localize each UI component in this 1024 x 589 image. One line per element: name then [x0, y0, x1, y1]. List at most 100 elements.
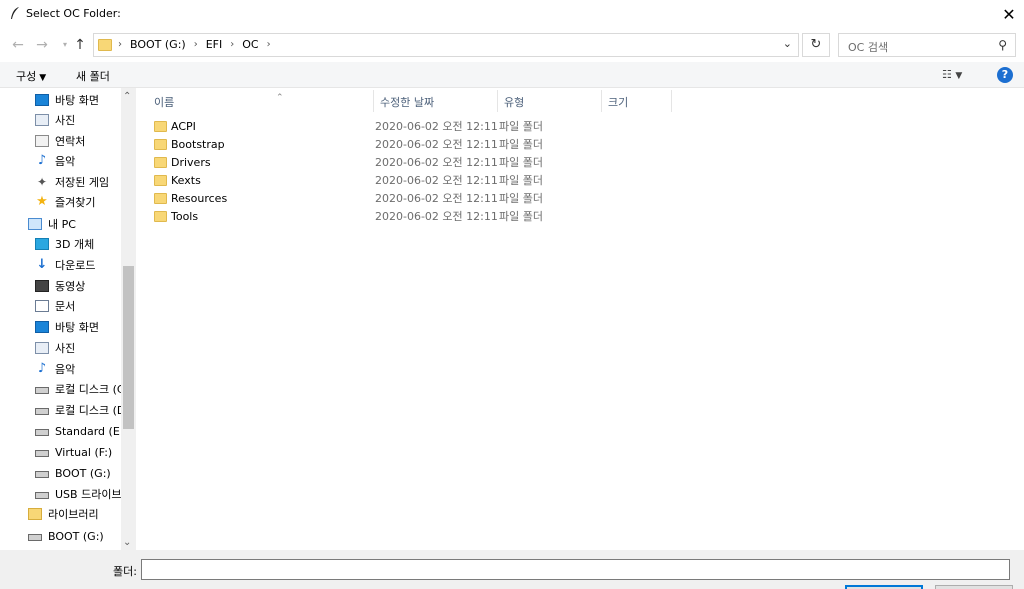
nav-item-drive-g[interactable]: BOOT (G:)	[35, 463, 111, 483]
address-bar[interactable]: › BOOT (G:) › EFI › OC › ⌄	[93, 33, 799, 57]
drive-icon	[35, 429, 49, 436]
nav-item-documents[interactable]: 문서	[35, 296, 75, 316]
nav-item-label: 음악	[55, 155, 76, 168]
nav-item-label: 연락처	[55, 135, 86, 148]
folder-icon	[154, 156, 167, 168]
nav-item-label: Virtual (F:)	[55, 445, 113, 459]
refresh-button[interactable]: ↻	[802, 33, 830, 57]
column-divider[interactable]	[601, 90, 602, 112]
film-icon	[35, 280, 49, 292]
column-divider[interactable]	[671, 90, 672, 112]
nav-item-label: 사진	[55, 114, 76, 127]
file-type: 파일 폴더	[499, 138, 543, 151]
nav-item-music[interactable]: ♪ 음악	[35, 151, 75, 171]
nav-item-this-pc[interactable]: 내 PC	[28, 214, 76, 234]
folder-field[interactable]	[141, 559, 1010, 580]
select-folder-button[interactable]	[845, 585, 923, 589]
organize-button[interactable]: 구성 ▼	[16, 68, 46, 84]
column-divider[interactable]	[373, 90, 374, 112]
breadcrumb: › BOOT (G:) › EFI › OC ›	[118, 38, 271, 51]
file-type: 파일 폴더	[499, 210, 543, 223]
file-name: Resources	[171, 191, 228, 205]
nav-item-downloads[interactable]: ↓ 다운로드	[35, 255, 96, 275]
nav-item-label: 동영상	[55, 280, 86, 293]
file-date: 2020-06-02 오전 12:11	[375, 192, 498, 205]
nav-item-label: BOOT (G:)	[55, 466, 111, 480]
search-placeholder: OC 검색	[848, 41, 889, 54]
window-title: Select OC Folder:	[26, 7, 121, 20]
crumb-efi[interactable]: EFI	[206, 38, 223, 51]
file-row[interactable]: Drivers 2020-06-02 오전 12:11 파일 폴더	[154, 153, 543, 171]
folder-icon	[154, 138, 167, 150]
nav-item-libraries[interactable]: 라이브러리	[28, 504, 99, 524]
nav-item-label: 저장된 게임	[55, 176, 110, 189]
chevron-down-icon[interactable]: ⌄	[123, 537, 131, 548]
sidebar-scrollbar[interactable]: ⌃ ⌄	[121, 88, 136, 550]
caret-down-icon: ▼	[39, 73, 47, 83]
nav-item-contacts[interactable]: 연락처	[35, 131, 85, 151]
file-type: 파일 폴더	[499, 156, 543, 169]
search-input[interactable]: OC 검색 ⚲	[838, 33, 1016, 57]
up-button[interactable]: ↑	[72, 36, 88, 54]
file-row[interactable]: Bootstrap 2020-06-02 오전 12:11 파일 폴더	[154, 135, 543, 153]
cancel-button[interactable]	[935, 585, 1013, 589]
chevron-down-icon[interactable]: ⌄	[783, 37, 792, 50]
back-button[interactable]: ←	[10, 36, 26, 54]
nav-item-label: 3D 개체	[55, 238, 95, 251]
recent-locations-button[interactable]: ▾	[57, 36, 73, 54]
column-name-label: 이름	[154, 96, 175, 109]
nav-item-label: 로컬 디스크 (C	[55, 383, 121, 396]
file-row[interactable]: Tools 2020-06-02 오전 12:11 파일 폴더	[154, 207, 543, 225]
nav-item-pictures-2[interactable]: 사진	[35, 338, 75, 358]
nav-item-desktop[interactable]: 바탕 화면	[35, 90, 99, 110]
feather-icon	[11, 7, 19, 19]
column-type[interactable]: 유형	[504, 94, 524, 110]
nav-item-drive-e[interactable]: Standard (E:)	[35, 421, 128, 441]
file-name: Drivers	[171, 155, 211, 169]
nav-item-label: 바탕 화면	[55, 94, 99, 107]
monitor-icon	[35, 94, 49, 106]
nav-item-label: USB 드라이브	[55, 488, 121, 501]
file-row[interactable]: Kexts 2020-06-02 오전 12:11 파일 폴더	[154, 171, 543, 189]
nav-item-drive-f[interactable]: Virtual (F:)	[35, 442, 112, 462]
cube-icon	[35, 238, 49, 250]
navigation-pane: 바탕 화면 사진 연락처 ♪ 음악 ✦ 저장된 게임 ★ 즐겨찾기 내 PC 3D 개…	[0, 88, 136, 550]
music-icon: ♪	[37, 361, 47, 376]
forward-button[interactable]: →	[34, 36, 50, 54]
new-folder-button[interactable]: 새 폴더	[76, 68, 110, 84]
nav-item-pictures[interactable]: 사진	[35, 110, 75, 130]
column-name[interactable]: 이름 ⌃	[154, 93, 284, 110]
nav-item-saved-games[interactable]: ✦ 저장된 게임	[35, 172, 109, 192]
chevron-up-icon[interactable]: ⌃	[123, 91, 131, 102]
crumb-boot[interactable]: BOOT (G:)	[130, 38, 186, 51]
crumb-oc[interactable]: OC	[242, 38, 258, 51]
chevron-right-icon: ›	[266, 39, 271, 50]
nav-item-drive-d[interactable]: 로컬 디스크 (D	[35, 400, 121, 420]
scrollbar-thumb[interactable]	[123, 266, 134, 429]
library-icon	[28, 508, 42, 520]
nav-item-boot-g[interactable]: BOOT (G:)	[28, 526, 104, 546]
nav-item-3d-objects[interactable]: 3D 개체	[35, 234, 94, 254]
drive-icon	[35, 492, 49, 499]
view-options-button[interactable]: ☷ ▼	[942, 68, 962, 81]
nav-item-music-2[interactable]: ♪ 음악	[35, 359, 75, 379]
help-button[interactable]: ?	[997, 67, 1013, 83]
drive-icon	[28, 534, 42, 541]
nav-item-favorites[interactable]: ★ 즐겨찾기	[35, 192, 95, 212]
nav-item-videos[interactable]: 동영상	[35, 276, 85, 296]
nav-item-drive-c[interactable]: 로컬 디스크 (C	[35, 379, 121, 399]
download-icon: ↓	[36, 257, 48, 272]
file-date: 2020-06-02 오전 12:11	[375, 138, 498, 151]
nav-item-desktop-2[interactable]: 바탕 화면	[35, 317, 99, 337]
nav-item-usb-drive[interactable]: USB 드라이브	[35, 484, 121, 504]
bottom-panel: 폴더:	[0, 550, 1024, 589]
folder-icon	[98, 39, 112, 51]
column-size[interactable]: 크기	[608, 94, 628, 110]
nav-item-label: 문서	[55, 300, 76, 313]
column-divider[interactable]	[497, 90, 498, 112]
close-button[interactable]: ✕	[994, 0, 1024, 28]
column-date[interactable]: 수정한 날짜	[380, 94, 434, 110]
file-row[interactable]: ACPI 2020-06-02 오전 12:11 파일 폴더	[154, 117, 543, 135]
file-date: 2020-06-02 오전 12:11	[375, 120, 498, 133]
file-row[interactable]: Resources 2020-06-02 오전 12:11 파일 폴더	[154, 189, 543, 207]
